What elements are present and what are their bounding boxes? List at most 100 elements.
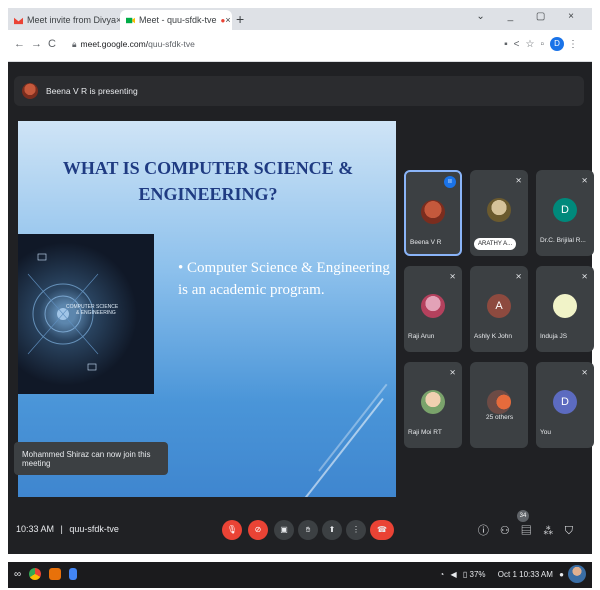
os-taskbar: ∞ ◔ ◀ ▯ 37% Oct 1 10:33 AM ● [8,562,592,588]
participant-name: Dr.C. Brijilal R... [540,237,586,244]
presenter-text: Beena V R is presenting [46,86,138,96]
participant-tile[interactable]: 25 others [470,362,528,448]
window-controls[interactable]: ⌄ _ ▢ × [476,11,584,22]
end-call-button[interactable]: ☎︎ [370,520,394,540]
participant-tile[interactable]: ⨯ ARATHY A... [470,170,528,256]
caption-line: & ENGINEERING [76,310,116,316]
presenter-avatar [22,83,38,99]
participant-tile[interactable]: A ⨯ Ashly K John [470,266,528,352]
meeting-info: 10:33 AM | quu-sfdk-tve [16,524,119,534]
url-path: quu-sfdk-tve [148,39,195,49]
meet-icon [126,17,135,23]
mic-muted-icon: ⨯ [515,272,522,281]
info-icon[interactable]: ⓘ [478,525,500,537]
meeting-time: 10:33 AM [16,524,55,534]
new-tab-button[interactable]: + [236,10,244,28]
tab-search-icon[interactable]: ▫ [540,39,550,50]
navigation-buttons[interactable]: ←→C [14,38,62,50]
url-field[interactable]: 🔒︎ meet.google.com/quu-sfdk-tve [72,39,195,50]
host-controls-icon[interactable]: ⛉ [565,525,584,537]
avatar [487,390,511,414]
wifi-icon: ◔ [439,570,445,579]
slide-image-caption: COMPUTER SCIENCE & ENGINEERING [66,304,118,316]
present-button[interactable]: ⬆ [322,520,342,540]
profile-avatar[interactable]: D [550,37,564,51]
avatar [487,198,511,222]
participant-name: Beena V R [410,239,442,246]
participant-tile[interactable]: D ⨯ Dr.C. Brijilal R... [536,170,594,256]
captions-button[interactable]: ▣ [274,520,294,540]
lock-icon: 🔒︎ [72,39,77,49]
mic-muted-icon: ⨯ [581,176,588,185]
chrome-icon[interactable] [29,568,42,580]
mic-muted-icon: ⨯ [449,368,456,377]
slide-decoration [302,397,384,497]
participant-tile[interactable]: ⨯ Raji Moi RT [404,362,462,448]
share-icon[interactable]: < [514,39,526,50]
avatar [553,294,577,318]
meeting-controls-bar: 10:33 AM | quu-sfdk-tve 🎙︎ ⊘ ▣ ✋︎ ⬆ ⋮ ☎︎… [8,506,592,554]
join-notification: Mohammed Shiraz can now join this meetin… [14,442,168,475]
avatar: D [553,390,577,414]
presenter-banner: Beena V R is presenting [14,76,584,106]
participant-name: 25 others [486,414,514,421]
separator: | [60,524,63,534]
participant-name: You [540,429,551,436]
participant-name: Induja JS [540,333,568,340]
taskbar-apps: ∞ [14,568,78,580]
battery-icon: ▯ [462,570,468,579]
meet-app-icon[interactable] [49,568,62,580]
volume-icon: ◀ [450,570,457,579]
mic-off-button[interactable]: 🎙︎ [222,520,242,540]
activities-icon[interactable]: ⁂ [543,525,565,537]
avatar [421,200,445,224]
people-icon[interactable]: ⚇ [500,525,521,537]
close-tab-icon[interactable]: × [225,15,230,25]
tab-title: Meet invite from Divya [27,15,117,25]
avatar: A [487,294,511,318]
participant-tile[interactable]: ⨯ Induja JS [536,266,594,352]
chat-icon[interactable]: ▤ [521,525,543,537]
status-tray[interactable]: ◔ ◀ ▯ 37% Oct 1 10:33 AM ● [439,570,564,579]
tab-title: Meet - quu-sfdk-tve [139,15,217,25]
side-panel-icons: ⓘ⚇▤⁂⛉ [478,522,584,538]
speaking-indicator-icon: ıı [444,176,456,188]
notification-dot-icon: ● [559,570,564,579]
mic-muted-icon: ⨯ [449,272,456,281]
slide-bullet: • Computer Science & Engineering is an a… [178,260,390,298]
browser-tab-strip: Meet invite from Divya × Meet - quu-sfdk… [8,8,592,30]
address-bar: ←→C 🔒︎ meet.google.com/quu-sfdk-tve ▪ < ☆… [8,30,592,62]
tab-meet[interactable]: Meet - quu-sfdk-tve ● × [120,10,232,30]
participant-tile[interactable]: D ⨯ You [536,362,594,448]
participant-tile[interactable]: ıı Beena V R [404,170,462,256]
user-avatar[interactable] [568,565,586,583]
url-domain: meet.google.com/ [80,39,149,49]
camera-icon[interactable]: ▪ [504,39,514,50]
slide-title: WHAT IS COMPUTER SCIENCE & ENGINEERING? [62,158,354,204]
menu-icon[interactable]: ⋮ [568,39,584,50]
more-options-button[interactable]: ⋮ [346,520,366,540]
people-count-badge: 34 [517,510,529,522]
participant-name: ARATHY A... [474,238,517,250]
battery-level: 37% [469,570,486,579]
participant-tile[interactable]: ⨯ Raji Arun [404,266,462,352]
launcher-icon[interactable]: ∞ [14,569,21,580]
camera-off-button[interactable]: ⊘ [248,520,268,540]
meeting-code: quu-sfdk-tve [69,524,119,534]
avatar [421,390,445,414]
raise-hand-button[interactable]: ✋︎ [298,520,318,540]
tab-gmail[interactable]: Meet invite from Divya × [8,10,120,30]
gmail-icon [14,17,23,24]
avatar: D [553,198,577,222]
clock: Oct 1 10:33 AM [497,570,553,579]
mic-muted-icon: ⨯ [581,272,588,281]
participant-name: Raji Moi RT [408,429,442,436]
participant-name: Ashly K John [474,333,512,340]
bookmark-star-icon[interactable]: ☆ [525,39,540,50]
browser-actions: ▪ < ☆ ▫ D ⋮ [504,37,584,51]
meet-window: Beena V R is presenting WHAT IS COMPUTER… [8,62,594,554]
mic-muted-icon: ⨯ [581,368,588,377]
mic-muted-icon: ⨯ [515,176,522,185]
slide-image: COMPUTER SCIENCE & ENGINEERING [18,234,154,394]
files-icon[interactable] [69,568,78,580]
